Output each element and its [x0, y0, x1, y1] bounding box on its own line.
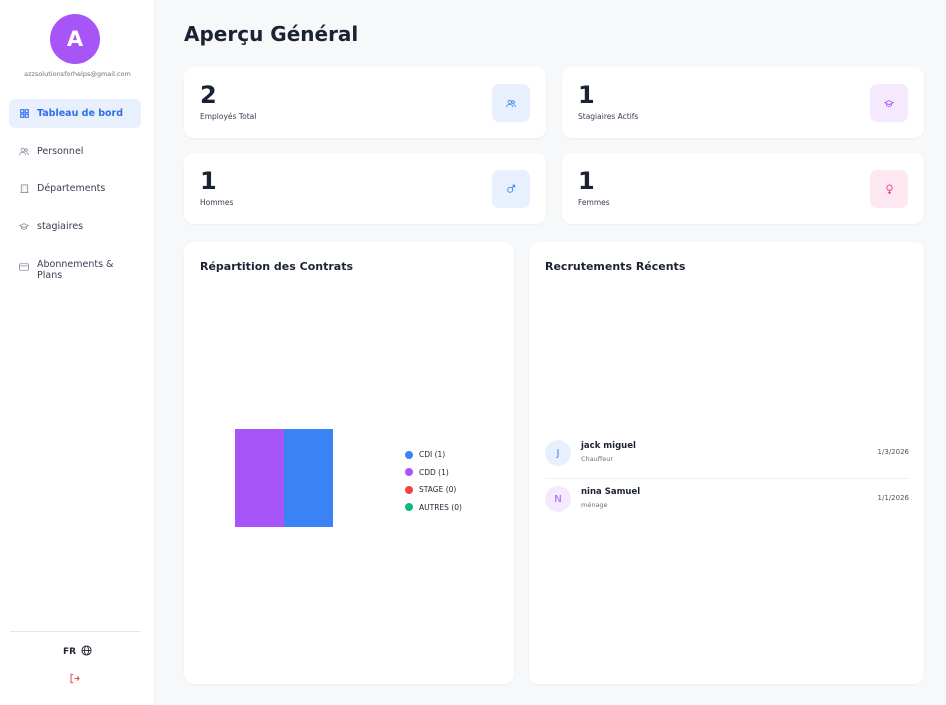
- legend-label: CDI (1): [419, 450, 446, 460]
- avatar: J: [545, 440, 571, 466]
- avatar[interactable]: A: [50, 14, 100, 64]
- logout-icon[interactable]: [67, 671, 81, 685]
- legend-item-stage[interactable]: STAGE (0): [405, 481, 462, 499]
- stat-label: Femmes: [578, 198, 610, 207]
- recruitments-panel: Recrutements Récents J jack miguel Chauf…: [529, 242, 924, 684]
- legend-dot: [405, 485, 413, 494]
- stat-card-interns: 1 Stagiaires Actifs: [562, 67, 924, 138]
- chart-segment-cdd[interactable]: [235, 429, 284, 527]
- language-switcher[interactable]: FR: [0, 645, 155, 659]
- legend-label: AUTRES (0): [419, 502, 462, 512]
- legend-item-autres[interactable]: AUTRES (0): [405, 499, 462, 517]
- recruit-role: ménage: [581, 501, 608, 509]
- recruit-date: 1/3/2026: [877, 448, 909, 456]
- stat-value: 1: [578, 81, 595, 109]
- recruit-name: jack miguel: [581, 441, 636, 451]
- sidebar-item-personnel[interactable]: Personnel: [9, 137, 141, 166]
- stat-value: 1: [200, 167, 217, 195]
- recruit-role: Chauffeur: [581, 455, 614, 463]
- panel-title: Recrutements Récents: [545, 260, 686, 273]
- chart-segment-cdi[interactable]: [284, 429, 333, 527]
- sidebar-item-label: Personnel: [37, 146, 84, 157]
- row-divider: [545, 478, 909, 479]
- sidebar-item-abonnements[interactable]: Abonnements & Plans: [9, 256, 141, 290]
- stat-label: Stagiaires Actifs: [578, 112, 639, 121]
- graduation-cap-icon: [870, 84, 908, 122]
- stat-card-employees: 2 Employés Total: [184, 67, 546, 138]
- language-label: FR: [62, 647, 77, 657]
- sidebar-item-label: Abonnements & Plans: [37, 259, 114, 281]
- page-title: Aperçu Général: [184, 22, 359, 46]
- contracts-chart: [235, 429, 333, 527]
- sidebar-item-departements[interactable]: Départements: [9, 174, 141, 203]
- legend-item-cdi[interactable]: CDI (1): [405, 446, 462, 464]
- contracts-panel: Répartition des Contrats CDI (1) CDD (1)…: [184, 242, 514, 684]
- list-item[interactable]: N nina Samuel ménage 1/1/2026: [545, 486, 909, 526]
- legend-dot: [405, 468, 413, 477]
- male-icon: [492, 170, 530, 208]
- chart-legend: CDI (1) CDD (1) STAGE (0) AUTRES (0): [405, 446, 462, 516]
- recruit-date: 1/1/2026: [877, 494, 909, 502]
- legend-dot: [405, 503, 413, 512]
- sidebar-divider: [10, 631, 141, 632]
- sidebar: A azzsolutionsforhelps@gmail.com Tableau…: [0, 0, 155, 705]
- users-icon: [19, 147, 29, 157]
- stat-value: 1: [578, 167, 595, 195]
- stat-value: 2: [200, 81, 217, 109]
- sidebar-item-label: Tableau de bord: [37, 108, 124, 119]
- legend-label: CDD (1): [419, 467, 449, 477]
- stat-label: Hommes: [200, 198, 234, 207]
- legend-item-cdd[interactable]: CDD (1): [405, 464, 462, 482]
- sidebar-item-label: Départements: [37, 183, 106, 194]
- sidebar-item-stagiaires[interactable]: stagiaires: [9, 212, 141, 241]
- credit-card-icon: [19, 262, 29, 272]
- recruit-name: nina Samuel: [581, 487, 641, 497]
- building-icon: [19, 184, 29, 194]
- graduation-cap-icon: [19, 222, 29, 232]
- sidebar-item-label: stagiaires: [37, 221, 84, 232]
- legend-label: STAGE (0): [419, 485, 457, 495]
- stat-card-women: 1 Femmes: [562, 153, 924, 224]
- sidebar-item-dashboard[interactable]: Tableau de bord: [9, 99, 141, 128]
- avatar: N: [545, 486, 571, 512]
- stat-card-men: 1 Hommes: [184, 153, 546, 224]
- grid-icon: [19, 109, 29, 119]
- globe-icon: [81, 645, 92, 659]
- list-item[interactable]: J jack miguel Chauffeur 1/3/2026: [545, 440, 909, 480]
- female-icon: [870, 170, 908, 208]
- legend-dot: [405, 450, 413, 459]
- stat-label: Employés Total: [200, 112, 257, 121]
- user-email: azzsolutionsforhelps@gmail.com: [24, 70, 131, 78]
- users-icon: [492, 84, 530, 122]
